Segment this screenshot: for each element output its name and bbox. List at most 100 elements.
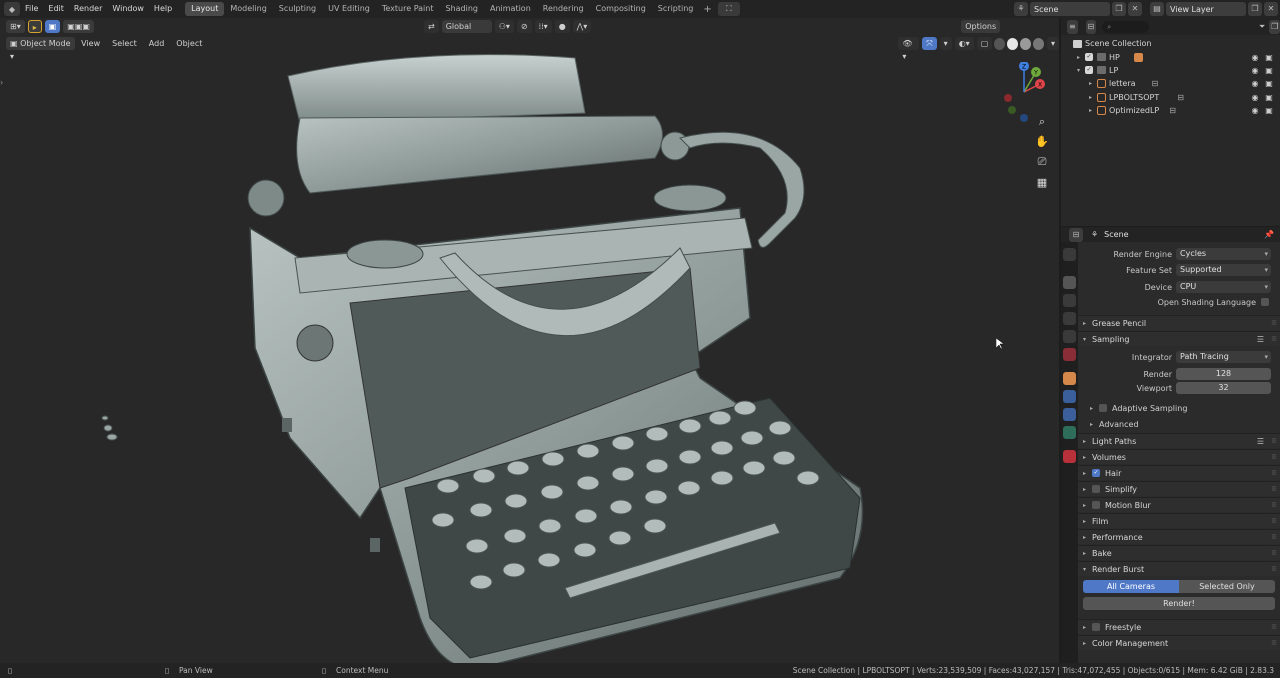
all-cameras-button[interactable]: All Cameras [1083,580,1179,593]
visibility-eye-icon[interactable]: ◉ [1250,79,1260,88]
object-tab-icon[interactable] [1063,372,1076,385]
feature-set-dropdown[interactable]: Supported ▾ [1176,264,1271,276]
tab-scripting[interactable]: Scripting [652,2,700,16]
panel-color-management[interactable]: ▸ Color Management ⁞⁞⁞⁞ [1078,635,1280,650]
world-tab-icon[interactable] [1063,348,1076,361]
hair-checkbox[interactable]: ✓ [1092,469,1100,477]
outliner-item-lpboltsopt[interactable]: ▸ LPBOLTSOPT ⊟ ◉ ▣ [1061,91,1280,104]
tool-tab-icon[interactable] [1063,248,1076,261]
tab-uv-editing[interactable]: UV Editing [322,2,376,16]
drag-grip-icon[interactable]: ⁞⁞⁞⁞ [1271,517,1277,525]
outliner-search-input[interactable]: ⌕ [1102,20,1149,33]
outliner-editor-icon[interactable]: ≡ [1067,19,1078,34]
workspace-extra-icon[interactable]: ⛶ [717,2,740,16]
view-layer-icon[interactable]: ▤ [1150,2,1164,16]
outliner-item-hp[interactable]: ▸ ✓ HP ◉ ▣ [1061,50,1280,63]
simplify-checkbox[interactable] [1092,485,1100,493]
motion-blur-checkbox[interactable] [1092,501,1100,509]
menu-window[interactable]: Window [107,0,149,18]
exclude-checkbox[interactable]: ✓ [1085,53,1093,62]
delete-scene-icon[interactable]: ✕ [1128,2,1142,16]
drag-grip-icon[interactable]: ⁞⁞⁞⁞ [1271,549,1277,557]
panel-render-burst[interactable]: ▾ Render Burst ⁞⁞⁞⁞ [1078,561,1280,576]
tab-rendering[interactable]: Rendering [537,2,590,16]
pin-icon[interactable]: 📌 [1264,230,1274,239]
freestyle-checkbox[interactable] [1092,623,1100,631]
view-layer-tab-icon[interactable] [1063,312,1076,325]
panel-sampling[interactable]: ▾ Sampling ☰ ⁞⁞⁞⁞ [1078,331,1280,346]
3d-viewport[interactable]: ⊞▾ ▸ ▣ ▣▣▣ ⇄ Global ⚇▾ ⊘ ⁞⁞▾ ● ⋀▾ Option… [0,18,1059,663]
render-camera-icon[interactable]: ▣ [1264,93,1274,102]
scene-name-field[interactable]: Scene [1030,2,1110,16]
panel-motion-blur[interactable]: ▸ Motion Blur ⁞⁞⁞⁞ [1078,497,1280,512]
perspective-grid-icon[interactable]: ▦ [1034,175,1050,191]
render-camera-icon[interactable]: ▣ [1264,66,1274,75]
osl-checkbox[interactable] [1261,298,1269,306]
panel-simplify[interactable]: ▸ Simplify ⁞⁞⁞⁞ [1078,481,1280,496]
menu-help[interactable]: Help [149,0,177,18]
drag-grip-icon[interactable]: ⁞⁞⁞⁞ [1271,565,1277,573]
render-engine-dropdown[interactable]: Cycles ▾ [1176,248,1271,260]
render-burst-button[interactable]: Render! [1083,597,1275,610]
exclude-checkbox[interactable]: ✓ [1085,66,1093,75]
tab-animation[interactable]: Animation [484,2,537,16]
drag-grip-icon[interactable]: ⁞⁞⁞⁞ [1271,485,1277,493]
drag-grip-icon[interactable]: ⁞⁞⁞⁞ [1271,533,1277,541]
drag-grip-icon[interactable]: ⁞⁞⁞⁞ [1271,623,1277,631]
panel-light-paths[interactable]: ▸ Light Paths ☰ ⁞⁞⁞⁞ [1078,433,1280,448]
output-tab-icon[interactable] [1063,294,1076,307]
panel-volumes[interactable]: ▸ Volumes ⁞⁞⁞⁞ [1078,449,1280,464]
render-tab-icon[interactable] [1063,276,1076,289]
render-camera-icon[interactable]: ▣ [1264,79,1274,88]
expand-icon[interactable]: ▸ [1089,94,1097,101]
filter-icon[interactable]: ⏷ [1257,20,1268,34]
blender-logo-icon[interactable]: ◆ [4,2,20,16]
expand-icon[interactable]: ▸ [1089,107,1097,114]
add-workspace-icon[interactable]: + [699,4,715,15]
panel-bake[interactable]: ▸ Bake ⁞⁞⁞⁞ [1078,545,1280,560]
subpanel-advanced[interactable]: ▸ Advanced [1090,417,1280,431]
scene-tab-icon[interactable] [1063,330,1076,343]
presets-list-icon[interactable]: ☰ [1257,335,1264,344]
display-mode-icon[interactable]: ⊟ [1085,19,1097,34]
panel-freestyle[interactable]: ▸ Freestyle ⁞⁞⁞⁞ [1078,619,1280,634]
expand-icon[interactable]: ▸ [1077,54,1085,61]
new-scene-icon[interactable]: ❐ [1112,2,1126,16]
visibility-eye-icon[interactable]: ◉ [1250,53,1260,62]
tab-layout[interactable]: Layout [185,2,225,16]
drag-grip-icon[interactable]: ⁞⁞⁞⁞ [1271,335,1277,343]
visibility-eye-icon[interactable]: ◉ [1250,66,1260,75]
delete-view-layer-icon[interactable]: ✕ [1264,2,1278,16]
menu-edit[interactable]: Edit [43,0,69,18]
new-collection-icon[interactable]: ❐ [1269,19,1280,34]
drag-grip-icon[interactable]: ⁞⁞⁞⁞ [1271,501,1277,509]
panel-performance[interactable]: ▸ Performance ⁞⁞⁞⁞ [1078,529,1280,544]
tab-texture-paint[interactable]: Texture Paint [376,2,440,16]
render-samples-field[interactable]: 128 [1176,368,1271,380]
panel-grease-pencil[interactable]: ▸ Grease Pencil ⁞⁞⁞⁞ [1078,315,1280,330]
adaptive-sampling-checkbox[interactable] [1099,404,1107,412]
modifier-tab-icon[interactable] [1063,390,1076,403]
pan-hand-icon[interactable]: ✋ [1034,134,1050,150]
panel-film[interactable]: ▸ Film ⁞⁞⁞⁞ [1078,513,1280,528]
new-view-layer-icon[interactable]: ❐ [1248,2,1262,16]
drag-grip-icon[interactable]: ⁞⁞⁞⁞ [1271,319,1277,327]
integrator-dropdown[interactable]: Path Tracing ▾ [1176,351,1271,363]
tab-compositing[interactable]: Compositing [590,2,652,16]
menu-file[interactable]: File [20,0,43,18]
tab-shading[interactable]: Shading [439,2,484,16]
render-camera-icon[interactable]: ▣ [1264,106,1274,115]
object-data-tab-icon[interactable] [1063,426,1076,439]
drag-grip-icon[interactable]: ⁞⁞⁞⁞ [1271,437,1277,445]
outliner-item-lp[interactable]: ▾ ✓ LP ◉ ▣ [1061,64,1280,77]
drag-grip-icon[interactable]: ⁞⁞⁞⁞ [1271,469,1277,477]
navigation-gizmo[interactable]: X Y Z [996,62,1052,122]
outliner-scene-collection[interactable]: Scene Collection [1061,37,1280,50]
texture-tab-icon[interactable] [1063,450,1076,463]
subpanel-adaptive-sampling[interactable]: ▸ Adaptive Sampling [1090,401,1280,415]
presets-list-icon[interactable]: ☰ [1257,437,1264,446]
selected-only-button[interactable]: Selected Only [1179,580,1275,593]
scene-icon[interactable]: ⚘ [1014,2,1028,16]
toolbar-expand-icon[interactable]: › [0,78,3,87]
view-layer-field[interactable]: View Layer [1166,2,1246,16]
